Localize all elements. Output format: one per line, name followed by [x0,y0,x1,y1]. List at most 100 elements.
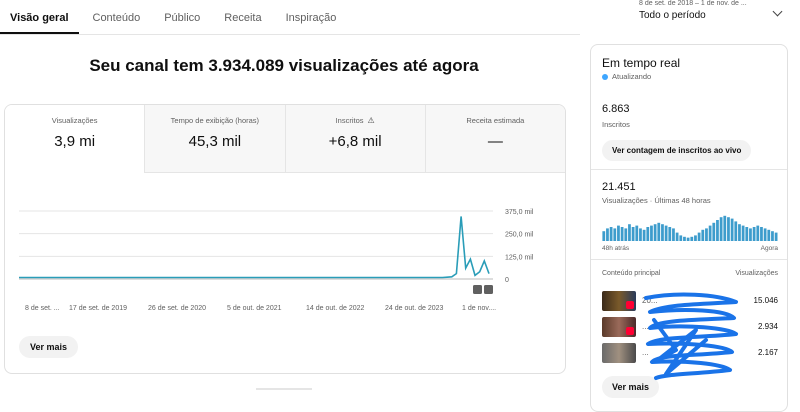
tab-audience[interactable]: Público [154,12,210,34]
warning-icon: ⚠ [367,116,375,125]
metric-label: Inscritos ⚠ [286,116,425,125]
y-tick-label: 125,0 mil [505,254,534,261]
realtime-bar [705,228,708,241]
period-range: 8 de set. de 2018 – 1 de nov. de ... [639,0,747,7]
realtime-bar [708,225,712,241]
realtime-bar [642,229,646,241]
realtime-bar [635,225,639,241]
realtime-bar [653,224,657,241]
video-marker-icon[interactable] [484,285,493,294]
realtime-status: Atualizando [602,72,651,81]
realtime-bar [609,227,613,241]
realtime-bar [712,222,716,241]
realtime-bar-chart [602,215,778,241]
metric-label: Visualizações [51,116,98,125]
period-selector[interactable]: 8 de set. de 2018 – 1 de nov. de ... Tod… [639,0,789,21]
realtime-bar [617,225,620,241]
tabs-divider [0,34,580,35]
realtime-bar [741,225,745,241]
tab-revenue[interactable]: Receita [214,12,271,34]
realtime-bar [639,228,642,241]
realtime-bar [771,231,774,241]
realtime-bar [745,227,749,241]
realtime-bar [664,225,668,241]
views-line-chart: 375,0 mil 250,0 mil 125,0 mil 0 8 de set. ..… [19,209,534,312]
realtime-bar [723,215,727,241]
metric-label: Tempo de exibição (horas) [170,116,260,125]
x-tick-label: 24 de out. de 2023 [385,305,443,312]
realtime-bar [734,221,738,241]
realtime-bar [694,235,697,241]
realtime-bar [672,228,675,241]
divider [591,169,787,170]
views-series-line [19,216,490,279]
x-tick-label: 26 de set. de 2020 [148,305,206,312]
video-marker-icon[interactable] [473,285,482,294]
bars-end-label: Agora [760,245,778,252]
metric-value: 3,9 mi [54,133,96,150]
shorts-icon [626,301,634,309]
y-tick-label: 375,0 mil [505,209,534,216]
realtime-bar [716,220,719,241]
realtime-bar [719,217,723,241]
realtime-bar [657,222,661,241]
metric-value: +6,8 mil [328,133,382,150]
x-tick-label: 14 de out. de 2022 [306,305,364,312]
realtime-bar [767,229,771,241]
realtime-bar [686,237,690,241]
realtime-bar [690,236,694,241]
realtime-subscribers-label: Inscritos [602,120,630,129]
metric-watch-time[interactable]: Tempo de exibição (horas) 45,3 mil [145,105,286,173]
tab-content[interactable]: Conteúdo [83,12,151,34]
video-views: 15.046 [753,296,778,305]
realtime-bar [727,217,730,241]
realtime-status-text: Atualizando [612,72,652,81]
metric-subscribers[interactable]: Inscritos ⚠ +6,8 mil [285,105,426,173]
scroll-indicator [256,388,312,390]
realtime-bar [620,227,624,241]
top-content-heading: Conteúdo principal [602,270,661,277]
realtime-bar [752,227,756,241]
see-more-button[interactable]: Ver mais [19,336,79,358]
realtime-bar [701,229,705,241]
y-tick-label: 250,0 mil [505,232,534,239]
realtime-bar [613,228,617,241]
metric-tabs: Visualizações 3,9 mi Tempo de exibição (… [5,105,565,173]
y-tick-label: 0 [505,277,509,284]
realtime-bar [774,232,778,241]
tab-inspiration[interactable]: Inspiração [276,12,347,34]
realtime-bar [738,224,741,241]
video-thumbnail [602,291,636,311]
bars-start-label: 48h atrás [602,245,630,252]
tab-bar: Visão geral Conteúdo Público Receita Ins… [0,0,350,34]
live-subscriber-count-button[interactable]: Ver contagem de inscritos ao vivo [602,140,752,161]
live-dot-icon [602,73,608,80]
realtime-bar [763,228,767,241]
period-label: Todo o período [639,10,706,21]
video-thumbnail [602,343,636,363]
realtime-bar [756,225,760,241]
realtime-bar [675,232,679,241]
metric-label: Receita estimada [466,116,525,125]
x-tick-label: 8 de set. ... [25,305,60,312]
realtime-bar [749,228,752,241]
realtime-bar [624,228,628,241]
metric-revenue[interactable]: Receita estimada — [425,105,565,173]
divider [591,259,787,260]
realtime-bar [628,224,631,241]
realtime-bar [646,227,650,241]
top-content-views-heading: Visualizações [735,270,778,277]
page-title: Seu canal tem 3.934.089 visualizações at… [89,56,479,75]
tab-overview[interactable]: Visão geral [0,12,79,34]
realtime-bar [602,231,606,241]
x-tick-label: 5 de out. de 2021 [227,305,282,312]
metric-views[interactable]: Visualizações 3,9 mi [5,105,146,173]
realtime-title: Em tempo real [602,56,681,70]
realtime-bar [661,224,664,241]
overview-card: Visualizações 3,9 mi Tempo de exibição (… [4,104,566,374]
realtime-bar [697,232,701,241]
realtime-bar [631,227,635,241]
shorts-icon [626,327,634,335]
realtime-bar [668,227,672,241]
video-views: 2.934 [757,322,778,331]
